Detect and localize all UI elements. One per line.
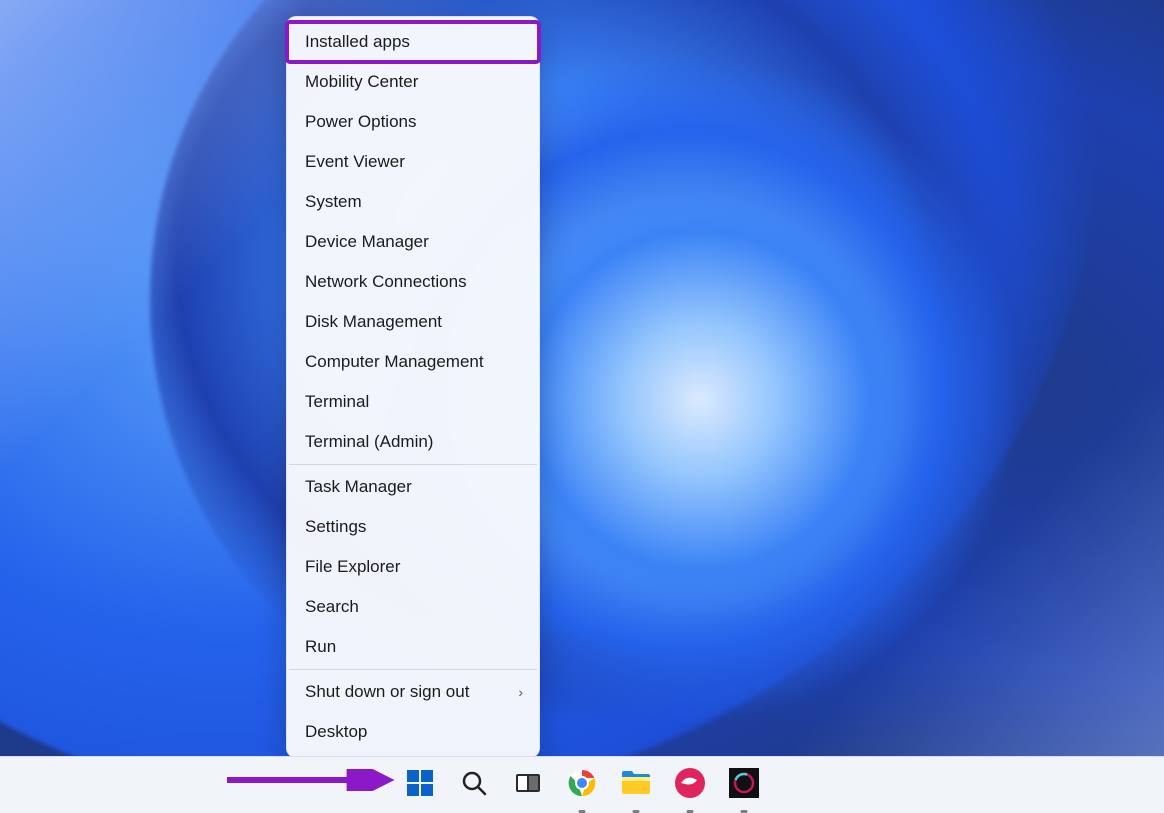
menu-item-label: System [305,192,362,212]
menu-item-label: Task Manager [305,477,412,497]
menu-item-label: Search [305,597,359,617]
menu-item-desktop[interactable]: Desktop [287,712,539,752]
menu-item-label: Run [305,637,336,657]
menu-item-label: Device Manager [305,232,429,252]
menu-item-search[interactable]: Search [287,587,539,627]
menu-item-label: Settings [305,517,366,537]
dark-circle-icon [729,768,759,803]
menu-item-label: File Explorer [305,557,400,577]
menu-item-run[interactable]: Run [287,627,539,667]
chevron-right-icon: › [518,684,523,700]
winx-context-menu: Installed apps Mobility Center Power Optio… [286,16,540,758]
menu-item-label: Terminal [305,392,369,412]
swirl-icon [675,768,705,803]
task-view-icon [514,769,542,802]
menu-item-settings[interactable]: Settings [287,507,539,547]
menu-item-label: Installed apps [305,32,410,52]
start-button[interactable] [403,768,437,802]
menu-separator [289,464,537,465]
menu-item-terminal[interactable]: Terminal [287,382,539,422]
menu-item-label: Disk Management [305,312,442,332]
chrome-icon [568,769,596,802]
task-view-button[interactable] [511,768,545,802]
menu-item-file-explorer[interactable]: File Explorer [287,547,539,587]
menu-item-label: Mobility Center [305,72,418,92]
menu-item-label: Shut down or sign out [305,682,469,702]
menu-item-shut-down-or-sign-out[interactable]: Shut down or sign out › [287,672,539,712]
file-explorer-icon [621,770,651,801]
menu-item-label: Power Options [305,112,417,132]
menu-item-event-viewer[interactable]: Event Viewer [287,142,539,182]
taskbar [0,756,1164,813]
menu-item-label: Terminal (Admin) [305,432,433,452]
app-swirl-button[interactable] [673,768,707,802]
windows-icon [406,769,434,802]
menu-item-task-manager[interactable]: Task Manager [287,467,539,507]
search-button[interactable] [457,768,491,802]
menu-item-computer-management[interactable]: Computer Management [287,342,539,382]
menu-item-label: Desktop [305,722,367,742]
menu-item-power-options[interactable]: Power Options [287,102,539,142]
menu-separator [289,669,537,670]
menu-item-device-manager[interactable]: Device Manager [287,222,539,262]
search-icon [460,769,488,802]
menu-item-system[interactable]: System [287,182,539,222]
menu-item-disk-management[interactable]: Disk Management [287,302,539,342]
menu-item-network-connections[interactable]: Network Connections [287,262,539,302]
app-circle-button[interactable] [727,768,761,802]
chrome-button[interactable] [565,768,599,802]
menu-item-mobility-center[interactable]: Mobility Center [287,62,539,102]
menu-item-terminal-admin[interactable]: Terminal (Admin) [287,422,539,462]
desktop-wallpaper [0,0,1164,756]
menu-item-label: Event Viewer [305,152,405,172]
file-explorer-button[interactable] [619,768,653,802]
menu-item-installed-apps[interactable]: Installed apps [287,22,539,62]
menu-item-label: Network Connections [305,272,467,292]
menu-item-label: Computer Management [305,352,484,372]
